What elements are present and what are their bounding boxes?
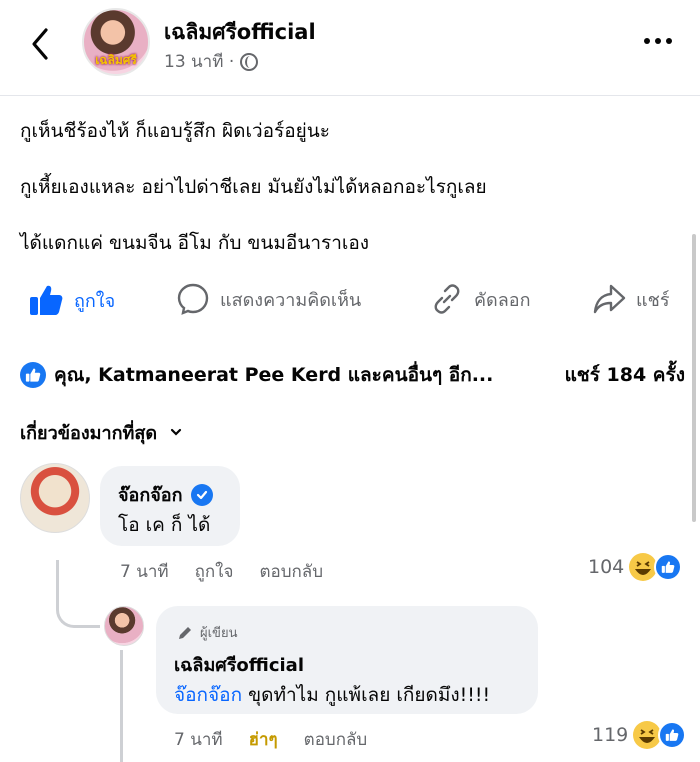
like-reaction-icon	[654, 553, 683, 581]
avatar[interactable]	[104, 606, 144, 646]
comment-sort[interactable]: เกี่ยวข้องมากที่สุด	[20, 418, 183, 447]
copy-button[interactable]: คัดลอก	[430, 282, 530, 316]
post-text-line: กูเห็นชีร้องไห้ ก็แอบรู้สึก ผิดเว่อร์อยู…	[20, 120, 330, 142]
page-avatar[interactable]: เฉลิมศรี	[82, 8, 150, 76]
more-icon[interactable]	[644, 38, 672, 44]
reaction-summary-text: คุณ, Katmaneerat Pee Kerd และคนอื่นๆ อีก…	[54, 364, 494, 386]
comment-text: จ๊อกจ๊อก ขุดทำไม กูแพ้เลย เกียดมึง!!!!	[174, 680, 490, 710]
post-text-line: ได้แดกแค่ ขนมจีน อีโม กับ ขนมอีนาราเอง	[20, 232, 370, 254]
comment-author-row: จ๊อกจ๊อก	[118, 480, 213, 509]
share-icon	[593, 284, 626, 314]
comment-label: แสดงความคิดเห็น	[220, 289, 362, 311]
comment-meta: 7 นาที ฮ่าๆ ตอบกลับ	[174, 726, 367, 753]
like-reaction-icon	[658, 721, 687, 749]
author-tag: ผู้เขียน	[176, 622, 237, 643]
comment-text-body: ขุดทำไม กูแพ้เลย เกียดมึง!!!!	[242, 684, 491, 706]
comment-reply-button[interactable]: ตอบกลับ	[304, 726, 368, 753]
comment-author[interactable]: จ๊อกจ๊อก	[118, 480, 183, 509]
reaction-summary[interactable]: คุณ, Katmaneerat Pee Kerd และคนอื่นๆ อีก…	[20, 360, 685, 390]
reaction-count: 119	[592, 724, 629, 746]
share-button[interactable]: แชร์	[592, 282, 670, 316]
post-time: 13 นาที ·	[164, 52, 235, 72]
comment-meta: 7 นาที ถูกใจ ตอบกลับ	[120, 558, 323, 585]
copy-link-icon	[434, 284, 460, 314]
like-reaction-icon	[20, 362, 46, 388]
reply-bubble: ผู้เขียน เฉลิมศรีofficial จ๊อกจ๊อก ขุดทำ…	[156, 606, 538, 714]
like-icon	[30, 285, 63, 315]
pen-icon	[179, 626, 191, 639]
back-icon[interactable]	[26, 24, 56, 64]
avatar[interactable]	[20, 463, 90, 533]
share-count[interactable]: แชร์ 184 ครั้ง	[565, 360, 685, 390]
copy-label: คัดลอก	[474, 289, 531, 311]
comment-reaction-count[interactable]: 104	[588, 552, 683, 582]
post-header: เฉลิมศรี เฉลิมศรีofficial 13 นาที ·	[0, 0, 700, 96]
comment-time: 7 นาที	[120, 562, 169, 582]
post-text-line: กูเหี้ยเองแหละ อย่าไปด่าชีเลย มันยังไม่ไ…	[20, 176, 487, 198]
post-actions: ถูกใจ แสดงความคิดเห็น คัดลอก แชร์	[0, 282, 700, 328]
comment-icon	[177, 283, 209, 315]
like-label: ถูกใจ	[74, 290, 116, 312]
mention-link[interactable]: จ๊อกจ๊อก	[174, 684, 242, 706]
avatar-stamp: เฉลิมศรี	[95, 53, 137, 67]
scrollbar[interactable]	[692, 234, 696, 522]
comment-text: โอ เค ก็ ได้	[118, 514, 211, 536]
comment-reaction-count[interactable]: 119	[592, 720, 687, 750]
share-label: แชร์	[636, 289, 670, 311]
like-button[interactable]: ถูกใจ	[28, 282, 115, 318]
author-tag-label: ผู้เขียน	[200, 626, 238, 641]
page-name[interactable]: เฉลิมศรีofficial	[164, 16, 316, 49]
comment-time: 7 นาที	[174, 730, 223, 750]
globe-icon	[240, 52, 259, 71]
chevron-down-icon	[170, 428, 182, 436]
comment-reply-button[interactable]: ตอบกลับ	[259, 558, 323, 585]
verified-icon	[190, 483, 213, 506]
thread-line	[120, 650, 123, 762]
thread-connector	[56, 560, 100, 628]
comment-button[interactable]: แสดงความคิดเห็น	[176, 282, 361, 316]
comment-sort-label: เกี่ยวข้องมากที่สุด	[20, 423, 158, 444]
comment-bubble: จ๊อกจ๊อก โอ เค ก็ ได้	[100, 466, 240, 546]
comment-reaction-button[interactable]: ฮ่าๆ	[249, 726, 278, 753]
comment-author[interactable]: เฉลิมศรีofficial	[174, 650, 304, 679]
post-time-row: 13 นาที ·	[164, 48, 259, 75]
reaction-count: 104	[588, 556, 625, 578]
comment-like-button[interactable]: ถูกใจ	[195, 558, 234, 585]
